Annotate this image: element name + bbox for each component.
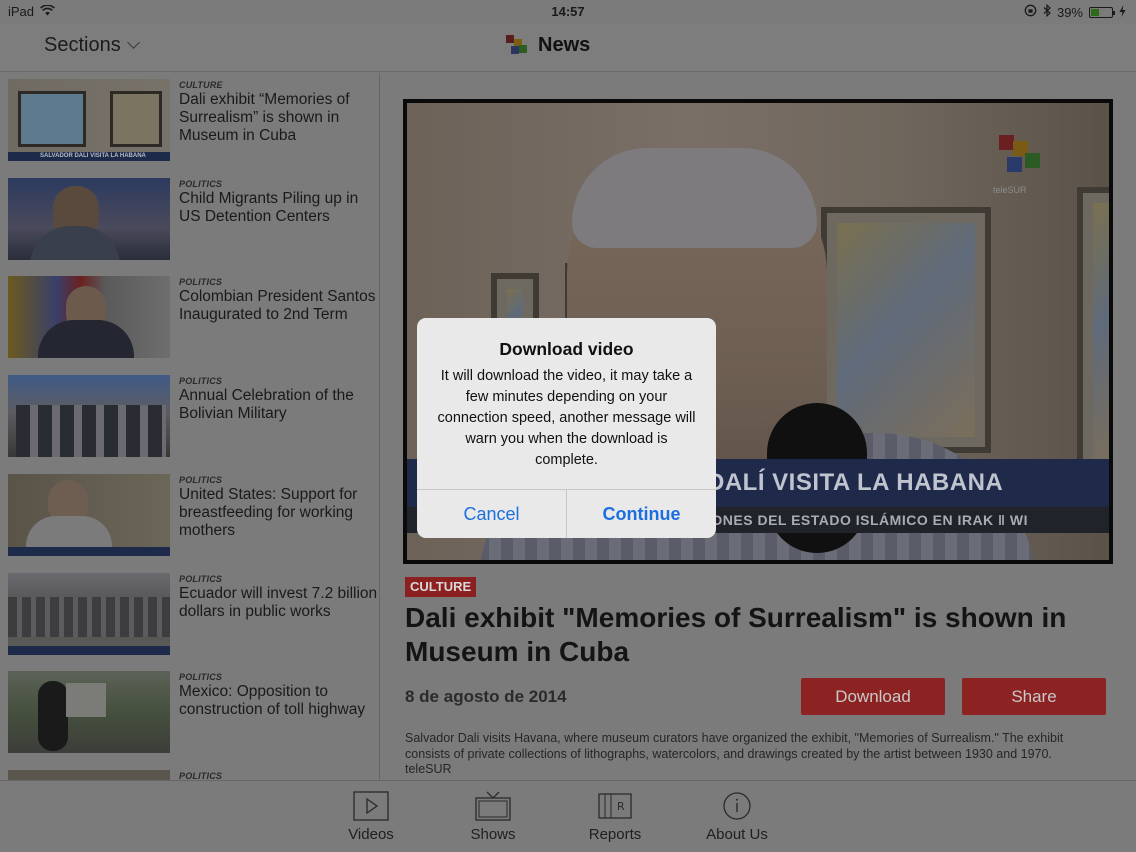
thumbnail [8,178,170,260]
battery-percent: 39% [1056,4,1083,20]
info-icon [719,791,755,821]
clock: 14:57 [551,4,585,19]
download-button[interactable]: Download [801,678,945,715]
list-item[interactable]: POLITICS Annual Celebration of the Boliv… [8,369,378,457]
thumbnail-caption: SALVADOR DALI VISITA LA HABANA [40,153,146,159]
list-item[interactable]: POLITICS Mexico: Opposition to construct… [8,665,378,753]
news-list: SALVADOR DALI VISITA LA HABANA CULTURE D… [0,73,380,780]
item-category: POLITICS [179,574,223,584]
item-category: POLITICS [179,277,223,287]
thumbnail [8,573,170,655]
item-headline: Child Migrants Piling up in US Detention… [179,190,359,225]
list-item[interactable]: POLITICS Colombian President Santos Inau… [8,270,378,358]
thumbnail: SALVADOR DALI VISITA LA HABANA [8,79,170,161]
thumbnail [8,770,170,780]
tab-label: About Us [706,826,768,843]
orientation-lock-icon [1024,4,1037,20]
chevron-down-icon [126,36,140,49]
item-headline: Ecuador will invest 7.2 billion dollars … [179,585,378,620]
sections-menu-button[interactable]: Sections [44,34,140,57]
tab-about-us[interactable]: About Us [687,791,787,843]
person-cap [572,148,817,248]
charging-icon [1119,4,1126,20]
ticker-sub-text: IONES DEL ESTADO ISLÁMICO EN IRAK ‖ WI [707,512,1029,528]
telesur-logo-icon [504,33,528,57]
tab-label: Reports [588,826,642,843]
tab-label: Shows [470,826,516,843]
list-item[interactable]: SALVADOR DALI VISITA LA HABANA CULTURE D… [8,73,378,161]
article-body: Salvador Dali visits Havana, where museu… [405,731,1105,778]
list-item[interactable]: POLITICS Child Migrants Piling up in US … [8,172,378,260]
tv-icon [475,791,511,821]
page-title: News [538,33,591,56]
item-category: POLITICS [179,771,223,780]
article-source: teleSUR [405,762,452,776]
ticker-main-text: DALÍ VISITA LA HABANA [707,469,1004,496]
app-brand: News [504,33,590,57]
alert-message: It will download the video, it may take … [437,368,696,468]
tab-shows[interactable]: Shows [443,791,543,843]
share-button[interactable]: Share [962,678,1106,715]
item-headline: Mexico: Opposition to construction of to… [179,683,366,718]
alert-title: Download video [499,339,634,359]
reports-icon: R [597,791,633,821]
sections-label: Sections [44,34,121,56]
cancel-button[interactable]: Cancel [417,490,566,538]
article-date: 8 de agosto de 2014 [405,687,567,706]
item-category: CULTURE [179,80,223,90]
battery-icon [1089,6,1115,18]
tab-videos[interactable]: Videos [321,791,421,843]
item-category: POLITICS [179,475,223,485]
list-item[interactable]: POLITICS United States: Support for brea… [8,468,378,556]
status-bar: iPad 14:57 39% [0,0,1136,24]
thumbnail [8,276,170,358]
tab-bar: Videos Shows R Reports About Us [0,780,1136,852]
item-category: POLITICS [179,672,223,682]
thumbnail [8,375,170,457]
download-alert-dialog: Download video It will download the vide… [417,318,716,538]
item-headline: Annual Celebration of the Bolivian Milit… [179,387,354,422]
channel-logo-text: teleSUR [993,185,1027,195]
tab-label: Videos [348,826,394,843]
item-category: POLITICS [179,179,223,189]
item-headline: Colombian President Santos Inaugurated t… [179,288,376,323]
article-title: Dali exhibit "Memories of Surrealism" is… [405,602,1067,667]
background-painting [1077,187,1109,477]
tab-reports[interactable]: R Reports [565,791,665,843]
list-item[interactable]: POLITICS [8,764,378,780]
svg-text:R: R [617,800,625,813]
play-icon [353,791,389,821]
thumbnail [8,671,170,753]
item-category: POLITICS [179,376,223,386]
article-body-text: Salvador Dali visits Havana, where museu… [405,731,1064,761]
channel-logo-icon: teleSUR [993,135,1045,195]
item-headline: United States: Support for breastfeeding… [179,486,358,539]
nav-bar: Sections News [0,24,1136,72]
continue-button[interactable]: Continue [566,490,716,538]
thumbnail [8,474,170,556]
item-headline: Dali exhibit “Memories of Surrealism” is… [179,91,350,144]
alert-buttons: Cancel Continue [417,489,716,538]
bluetooth-icon [1043,3,1051,20]
category-badge: CULTURE [405,577,477,597]
list-item[interactable]: POLITICS Ecuador will invest 7.2 billion… [8,567,378,655]
